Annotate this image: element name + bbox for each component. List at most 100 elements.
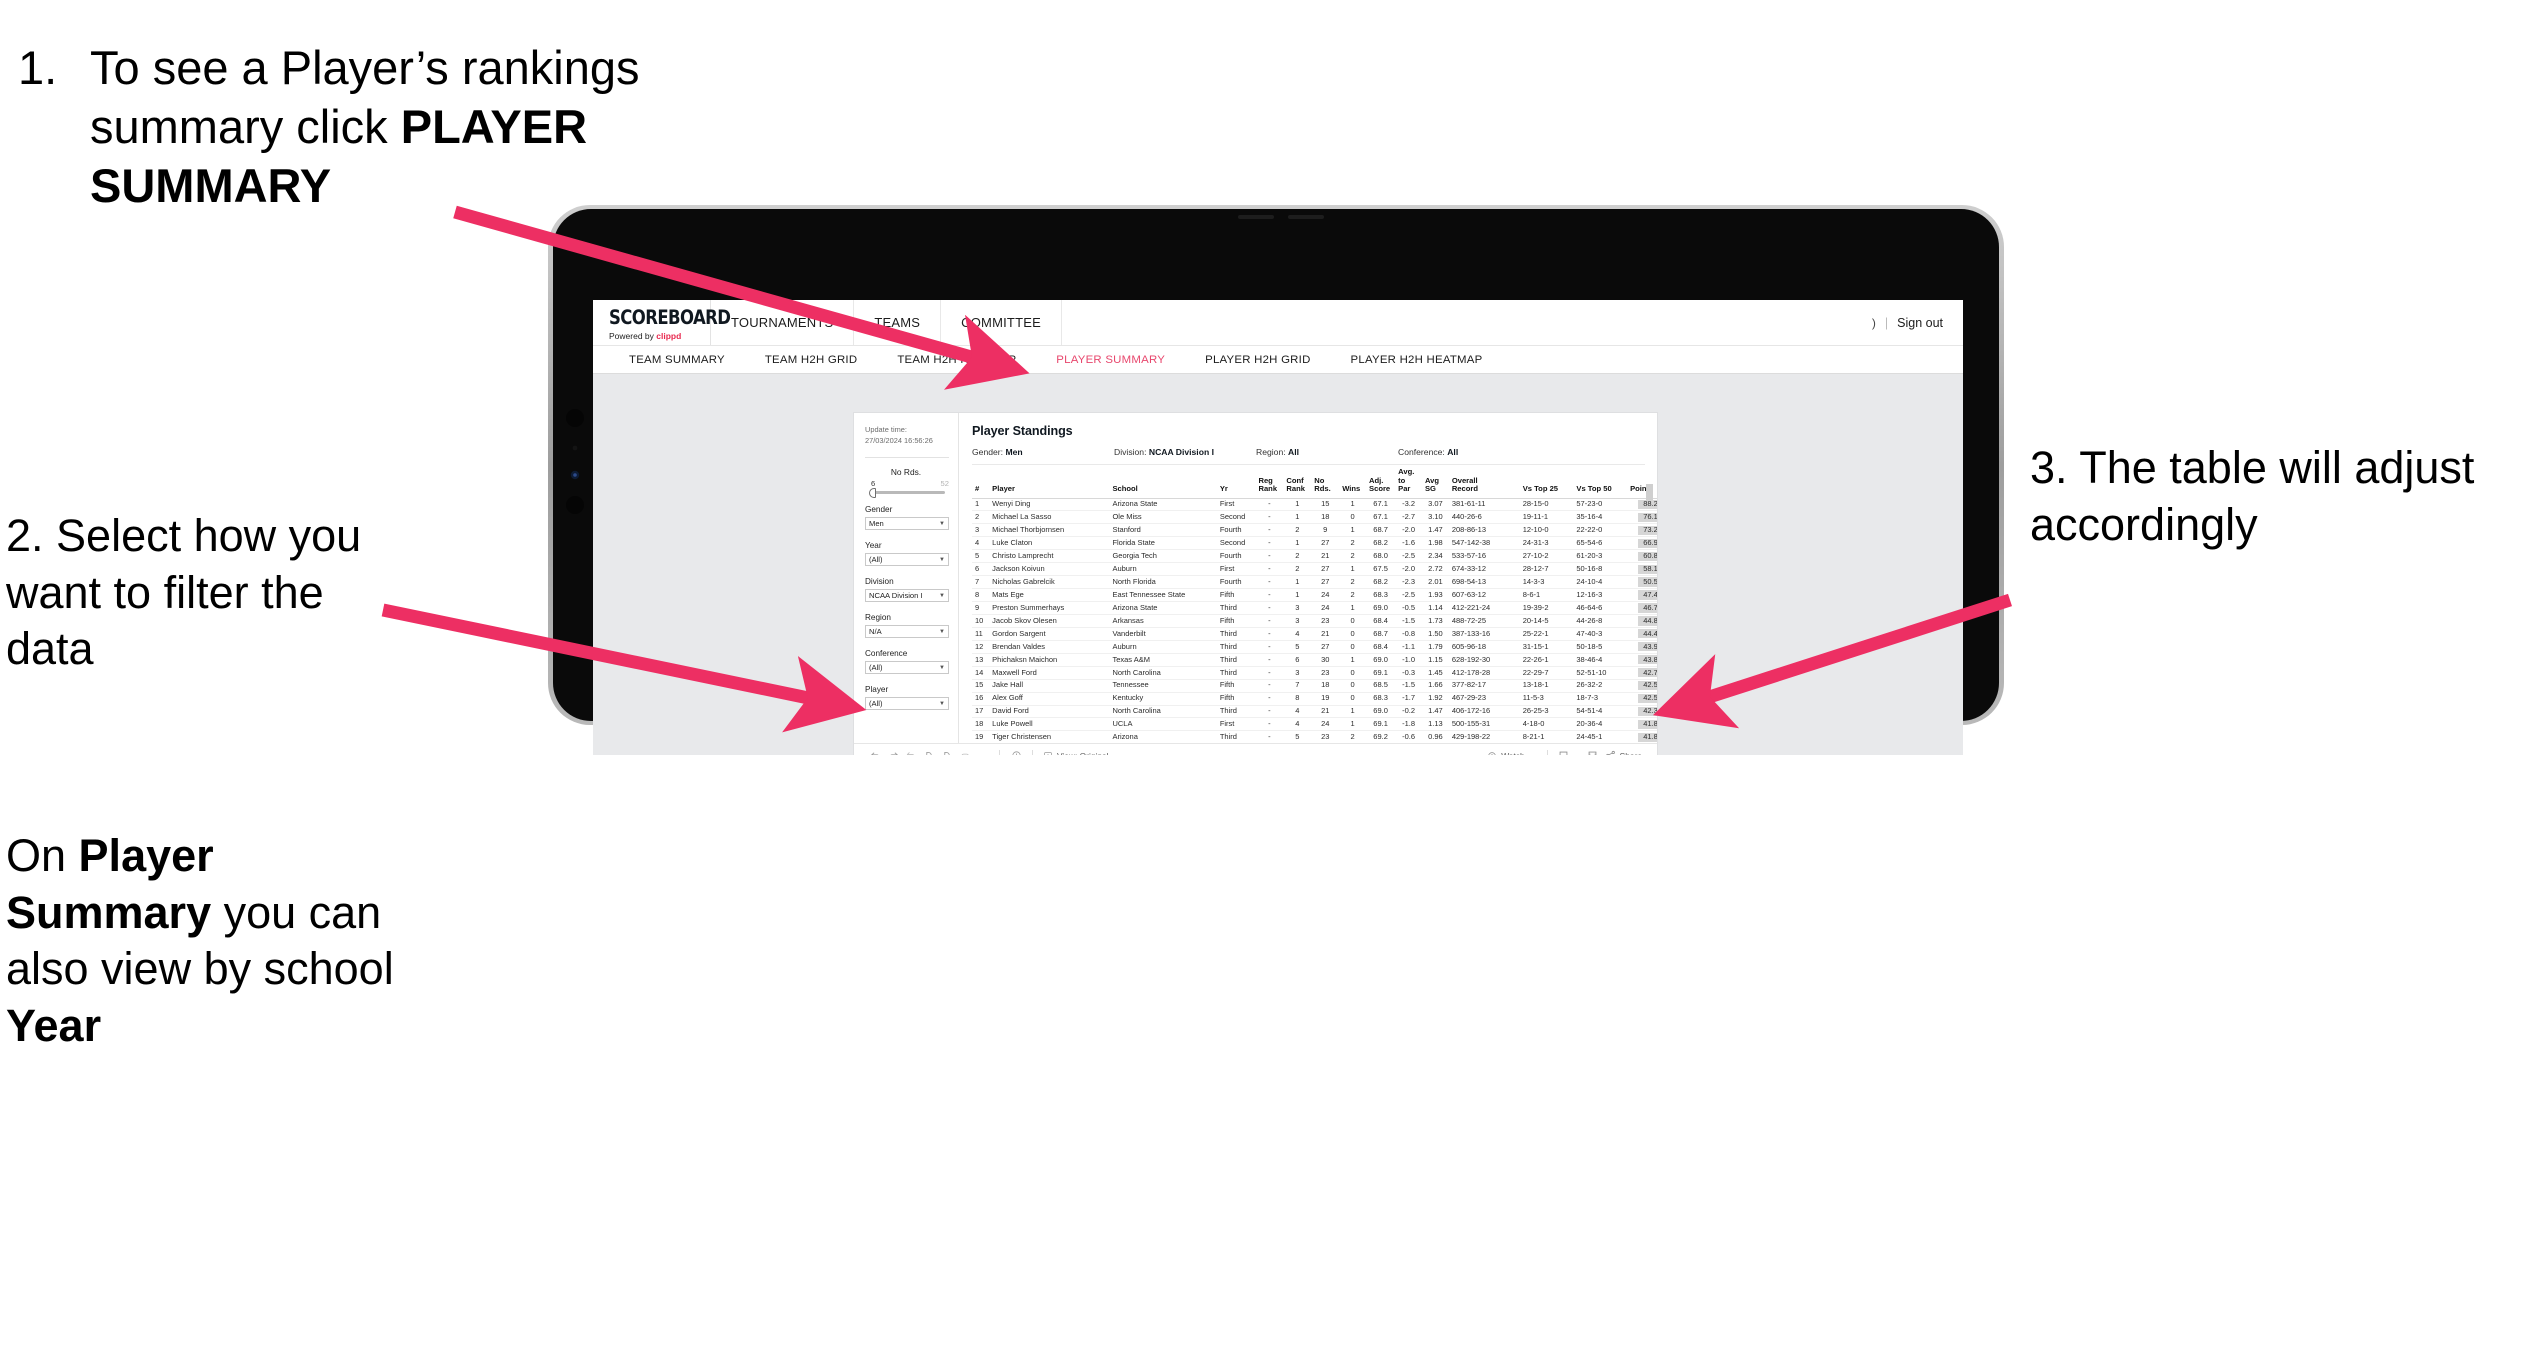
cell-no: 24 <box>1311 601 1340 615</box>
redo-icon[interactable] <box>884 750 902 755</box>
update-time-block: Update time: 27/03/2024 16:56:26 <box>865 424 949 446</box>
sign-out-link[interactable]: Sign out <box>1897 316 1943 330</box>
app-logo[interactable]: SCOREBOARD Powered by clippd <box>593 300 731 345</box>
history-icon[interactable] <box>1007 750 1025 755</box>
cell-player: Michael Thorbjornsen <box>989 523 1110 538</box>
table-row[interactable]: 14 Maxwell Ford North Carolina Third -3 23 0 69… <box>972 666 1657 680</box>
cell-overall: 605-96-18 <box>1448 640 1520 654</box>
filter-year: Year (All) ▼ <box>865 541 949 567</box>
filter-conference-select[interactable]: (All) ▼ <box>865 661 949 675</box>
filter-division-select[interactable]: NCAA Division I ▼ <box>865 589 949 603</box>
column-header-avg[interactable]: Avg. to Par <box>1395 467 1422 499</box>
table-row[interactable]: 7 Nicholas Gabrelcik North Florida Fourth -1… <box>972 575 1657 590</box>
tab-team-h2h-grid[interactable]: TEAM H2H GRID <box>745 354 877 366</box>
table-row[interactable]: 1 Wenyi Ding Arizona State First -1 15 1 67.1 -3… <box>972 498 1657 512</box>
cell-avg: -2.5 <box>1395 549 1422 564</box>
cell-reg: - <box>1255 717 1284 732</box>
column-header-overall[interactable]: Overall Record <box>1448 467 1520 499</box>
table-row[interactable]: 16 Alex Goff Kentucky Fifth -8 19 0 68.3 -1.7 1.9… <box>972 692 1657 706</box>
title-rule <box>972 464 1645 465</box>
table-scrollbar-thumb[interactable] <box>1646 484 1653 500</box>
fullscreen-icon[interactable] <box>1584 750 1602 755</box>
update-time-value: 27/03/2024 16:56:26 <box>865 436 933 446</box>
table-row[interactable]: 17 David Ford North Carolina Third -4 21 1 69.0… <box>972 705 1657 719</box>
tab-player-summary[interactable]: PLAYER SUMMARY <box>1036 354 1185 366</box>
cell-adj: 67.5 <box>1366 562 1396 577</box>
filter-year-select[interactable]: (All) ▼ <box>865 553 949 567</box>
column-header-vs-top-25[interactable]: Vs Top 25 <box>1519 467 1574 499</box>
cell-vs-top-50: 57-23-0 <box>1573 498 1628 512</box>
table-row[interactable]: 4 Luke Claton Florida State Second -1 27 2 68.2… <box>972 536 1657 551</box>
cell-adj: 68.4 <box>1366 640 1396 654</box>
column-header-conf[interactable]: Conf Rank <box>1283 467 1312 499</box>
cell-yr: First <box>1216 717 1256 732</box>
cell-: 12 <box>972 640 990 654</box>
table-row[interactable]: 8 Mats Ege East Tennessee State Fifth -1 24 2 6… <box>972 588 1657 602</box>
column-header-[interactable]: # <box>972 467 990 499</box>
cell-: 5 <box>972 549 990 564</box>
cell-adj: 68.7 <box>1366 627 1396 641</box>
revert-icon[interactable] <box>902 750 920 755</box>
filter-player-select[interactable]: (All) ▼ <box>865 697 949 711</box>
filter-region-select[interactable]: N/A ▼ <box>865 625 949 639</box>
cell-conf: 5 <box>1283 640 1312 654</box>
shape-icon[interactable] <box>956 750 974 755</box>
annotation-step-1-line1: To see a Player’s rankings <box>90 41 640 94</box>
column-header-player[interactable]: Player <box>989 467 1110 499</box>
table-row[interactable]: 15 Jake Hall Tennessee Fifth -7 18 0 68.5 -1.5 1.… <box>972 679 1657 693</box>
table-row[interactable]: 10 Jacob Skov Olesen Arkansas Fifth -3 23 0 68.… <box>972 614 1657 628</box>
table-row[interactable]: 5 Christo Lamprecht Georgia Tech Fourth -2 21… <box>972 549 1657 564</box>
cell-player: Luke Claton <box>989 536 1110 551</box>
cell-avg: 2.01 <box>1421 575 1449 590</box>
table-row[interactable]: 6 Jackson Koivun Auburn First -2 27 1 67.5 -2.0 2… <box>972 562 1657 577</box>
column-header-reg[interactable]: Reg Rank <box>1255 467 1284 499</box>
refresh-icon[interactable] <box>920 750 938 755</box>
cell-adj: 68.2 <box>1366 575 1396 590</box>
cell-adj: 69.1 <box>1366 717 1396 732</box>
table-row[interactable]: 3 Michael Thorbjornsen Stanford Fourth -2 9 1 6… <box>972 523 1657 538</box>
tab-player-h2h-heatmap[interactable]: PLAYER H2H HEATMAP <box>1331 354 1503 366</box>
table-scrollbar[interactable] <box>1646 484 1653 739</box>
download-button[interactable] <box>1555 750 1584 755</box>
table-row[interactable]: 11 Gordon Sargent Vanderbilt Third -4 21 0 68.7… <box>972 627 1657 641</box>
cell-conf: 5 <box>1283 730 1312 743</box>
table-row[interactable]: 19 Tiger Christensen Arizona Third -5 23 2 69.2… <box>972 730 1657 743</box>
cell-: 13 <box>972 653 990 667</box>
no-rds-slider-thumb[interactable] <box>869 487 876 498</box>
column-header-vs-top-50[interactable]: Vs Top 50 <box>1573 467 1628 499</box>
cell-reg: - <box>1255 640 1284 654</box>
cell-wins: 1 <box>1339 653 1367 667</box>
column-header-school[interactable]: School <box>1109 467 1217 499</box>
table-row[interactable]: 2 Michael La Sasso Ole Miss Second -1 18 0 67.1… <box>972 510 1657 525</box>
filter-player-value: (All) <box>869 699 883 709</box>
filter-gender-select[interactable]: Men ▼ <box>865 517 949 531</box>
watch-button[interactable]: Watch <box>1484 751 1539 755</box>
column-header-adj[interactable]: Adj. Score <box>1366 467 1396 499</box>
table-row[interactable]: 13 Phichaksn Maichon Texas A&M Third -6 30 1 69… <box>972 653 1657 667</box>
pause-icon[interactable] <box>938 750 956 755</box>
no-rds-slider[interactable] <box>869 487 945 498</box>
player-standings-table: # Player School Yr Reg Rank Conf Rank No Rds. Wins… <box>972 467 1657 743</box>
chevron-down-icon: ▼ <box>939 628 945 635</box>
caret-down-icon[interactable] <box>974 752 992 755</box>
column-header-no[interactable]: No Rds. <box>1311 467 1340 499</box>
tab-team-summary[interactable]: TEAM SUMMARY <box>609 354 745 366</box>
column-header-wins[interactable]: Wins <box>1339 467 1367 499</box>
nav-item-tournaments[interactable]: TOURNAMENTS <box>711 300 855 345</box>
table-row[interactable]: 12 Brendan Valdes Auburn Third -5 27 0 68.4 -1.1… <box>972 640 1657 654</box>
cell-adj: 69.1 <box>1366 666 1396 680</box>
tab-team-h2h-heatmap[interactable]: TEAM H2H HEATMAP <box>877 354 1036 366</box>
column-header-yr[interactable]: Yr <box>1216 467 1256 499</box>
column-header-avg[interactable]: Avg SG <box>1421 467 1449 499</box>
nav-item-committee[interactable]: COMMITTEE <box>941 300 1062 345</box>
cell-vs-top-25: 8-6-1 <box>1519 588 1574 602</box>
nav-item-teams[interactable]: TEAMS <box>854 300 942 345</box>
share-button[interactable]: Share <box>1602 750 1645 755</box>
tab-player-h2h-grid[interactable]: PLAYER H2H GRID <box>1185 354 1330 366</box>
table-row[interactable]: 9 Preston Summerhays Arizona State Third -3 2… <box>972 601 1657 615</box>
undo-icon[interactable] <box>866 750 884 755</box>
view-original-button[interactable]: View: Original <box>1040 751 1112 755</box>
cell-overall: 607-63-12 <box>1448 588 1520 602</box>
table-row[interactable]: 18 Luke Powell UCLA First -4 24 1 69.1 -1.8 1.13 5… <box>972 717 1657 732</box>
cell-wins: 2 <box>1339 730 1367 743</box>
